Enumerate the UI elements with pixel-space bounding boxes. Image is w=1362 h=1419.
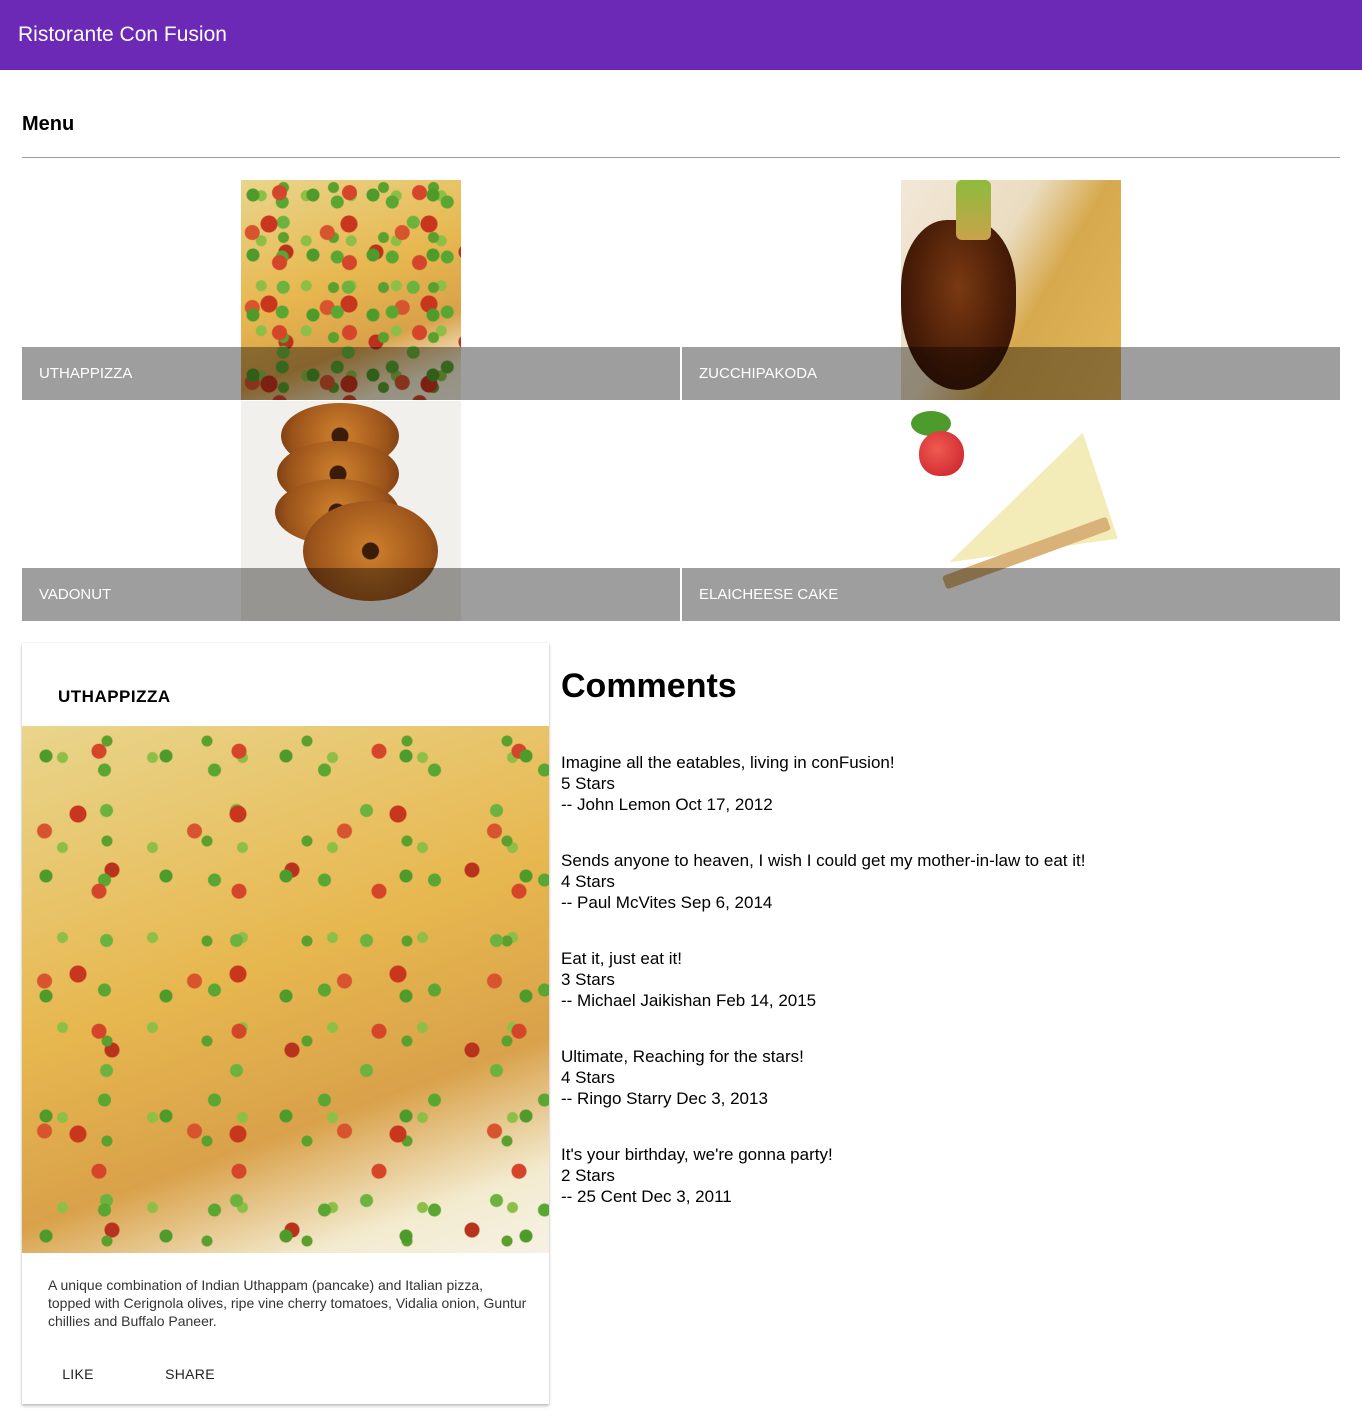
- comment-byline: -- 25 Cent Dec 3, 2011: [561, 1187, 732, 1206]
- comments-heading: Comments: [561, 667, 737, 705]
- card-title: UTHAPPIZZA: [58, 687, 171, 706]
- pizza-image: [22, 726, 549, 1253]
- app-toolbar: Ristorante Con Fusion: [0, 0, 1362, 70]
- tile-footer: Uthappizza: [22, 347, 680, 400]
- menu-tile-elaicheese-cake[interactable]: ElaiCheese Cake: [682, 401, 1340, 621]
- comment-byline: -- John Lemon Oct 17, 2012: [561, 795, 773, 814]
- comment-text: Sends anyone to heaven, I wish I could g…: [561, 851, 1086, 870]
- comments-section: Comments Imagine all the eatables, livin…: [561, 665, 1101, 1242]
- comment-rating: 3 Stars: [561, 970, 615, 989]
- tile-footer: ElaiCheese Cake: [682, 568, 1340, 621]
- tile-label: Zucchipakoda: [699, 365, 818, 382]
- comment-byline: -- Ringo Starry Dec 3, 2013: [561, 1089, 768, 1108]
- tile-footer: Vadonut: [22, 568, 680, 621]
- comment-text: Ultimate, Reaching for the stars!: [561, 1047, 804, 1066]
- comment-byline: -- Paul McVites Sep 6, 2014: [561, 893, 773, 912]
- menu-tile-vadonut[interactable]: Vadonut: [22, 401, 680, 621]
- comment-item: Eat it, just eat it! 3 Stars -- Michael …: [561, 948, 1101, 1011]
- card-actions: LIKE SHARE: [48, 1366, 236, 1382]
- share-button[interactable]: SHARE: [144, 1366, 236, 1382]
- comment-byline: -- Michael Jaikishan Feb 14, 2015: [561, 991, 817, 1010]
- comment-rating: 5 Stars: [561, 774, 615, 793]
- like-button[interactable]: LIKE: [48, 1366, 108, 1382]
- comment-rating: 4 Stars: [561, 1068, 615, 1087]
- menu-heading: Menu: [22, 113, 75, 135]
- comment-rating: 2 Stars: [561, 1166, 615, 1185]
- comment-item: Ultimate, Reaching for the stars! 4 Star…: [561, 1046, 1101, 1109]
- app-title: Ristorante Con Fusion: [18, 23, 227, 46]
- comment-text: Imagine all the eatables, living in conF…: [561, 753, 895, 772]
- comment-item: Imagine all the eatables, living in conF…: [561, 752, 1101, 815]
- comment-item: It's your birthday, we're gonna party! 2…: [561, 1144, 1101, 1207]
- comment-rating: 4 Stars: [561, 872, 615, 891]
- menu-tile-zucchipakoda[interactable]: Zucchipakoda: [682, 180, 1340, 400]
- tile-label: ElaiCheese Cake: [699, 586, 839, 603]
- comment-text: Eat it, just eat it!: [561, 949, 682, 968]
- menu-tile-uthappizza[interactable]: Uthappizza: [22, 180, 680, 400]
- menu-divider: [22, 157, 1340, 158]
- tile-footer: Zucchipakoda: [682, 347, 1340, 400]
- tile-label: Uthappizza: [39, 365, 133, 382]
- card-description: A unique combination of Indian Uthappam …: [48, 1277, 527, 1329]
- tile-label: Vadonut: [39, 586, 112, 603]
- comment-item: Sends anyone to heaven, I wish I could g…: [561, 850, 1101, 913]
- dish-detail-card: UTHAPPIZZA A unique combination of India…: [22, 643, 549, 1404]
- comment-text: It's your birthday, we're gonna party!: [561, 1145, 833, 1164]
